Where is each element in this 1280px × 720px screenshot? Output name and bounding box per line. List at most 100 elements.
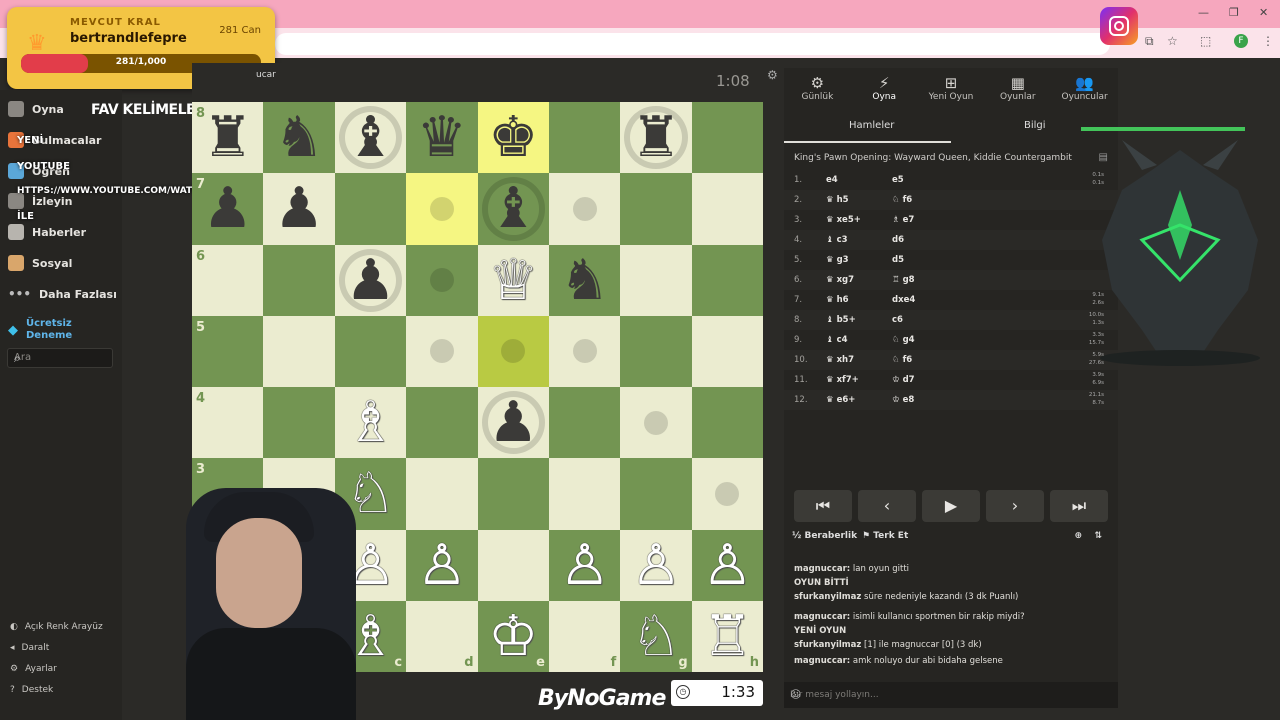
draw-button[interactable]: ½ Beraberlik <box>792 531 857 541</box>
black-rook-icon[interactable]: ♜ <box>620 102 691 173</box>
black-move[interactable]: ♔ d7 <box>892 375 915 385</box>
black-move[interactable]: d6 <box>892 235 904 245</box>
maximize-icon[interactable]: ❐ <box>1229 6 1239 19</box>
board-settings-icon[interactable]: ⚙ <box>767 68 778 82</box>
chat-user[interactable]: magnuccar: <box>794 612 850 622</box>
board-square[interactable] <box>334 315 407 388</box>
board-square[interactable] <box>548 458 621 530</box>
extensions-icon[interactable]: ⬚ <box>1200 34 1211 48</box>
board-square[interactable] <box>263 387 335 459</box>
board-square[interactable] <box>691 387 764 459</box>
sidebar-item-free-trial[interactable]: ◆ Ücretsiz Deneme <box>8 316 98 344</box>
white-move[interactable]: ♝ c4 <box>826 335 848 345</box>
black-move[interactable]: d5 <box>892 255 904 265</box>
white-king-icon[interactable]: ♔ <box>478 601 549 672</box>
board-square[interactable] <box>406 458 478 530</box>
tab-games[interactable]: ▦ Oyunlar <box>984 68 1051 110</box>
share-icon[interactable]: ⊕ <box>1074 531 1082 541</box>
first-move-button[interactable]: ⏮ <box>794 490 852 522</box>
board-square[interactable] <box>548 387 621 459</box>
black-move[interactable]: ♘ f6 <box>892 195 912 205</box>
board-square[interactable] <box>263 315 335 388</box>
minimize-icon[interactable]: — <box>1198 6 1209 19</box>
board-square[interactable] <box>620 173 692 245</box>
board-square[interactable] <box>691 244 764 316</box>
move-hint-dot[interactable] <box>572 339 597 364</box>
board-square[interactable]: d <box>406 600 478 673</box>
white-move[interactable]: ♛ g3 <box>826 255 849 265</box>
black-move[interactable]: c6 <box>892 315 903 325</box>
white-move[interactable]: ♛ e6+ <box>826 395 855 405</box>
chat-user[interactable]: OYUN BİTTİ <box>794 578 849 588</box>
tab-players[interactable]: 👥 Oyuncular <box>1051 68 1118 110</box>
last-move-button[interactable]: ⏭ <box>1050 490 1108 522</box>
support-button[interactable]: ? Destek <box>10 685 53 695</box>
white-queen-icon[interactable]: ♕ <box>478 245 549 316</box>
white-pawn-icon[interactable]: ♙ <box>406 530 477 601</box>
white-move[interactable]: e4 <box>826 175 838 185</box>
play-button[interactable]: ▶ <box>922 490 980 522</box>
black-rook-icon[interactable]: ♜ <box>192 102 263 173</box>
board-square[interactable]: f <box>548 600 621 673</box>
move-hint-dot[interactable] <box>643 410 668 435</box>
chat-user[interactable]: sfurkanyilmaz <box>794 640 861 650</box>
white-move[interactable]: ♛ xh7 <box>826 355 854 365</box>
white-pawn-icon[interactable]: ♙ <box>692 530 763 601</box>
search-icon[interactable]: ⌕ <box>14 351 108 366</box>
board-square[interactable] <box>691 102 764 174</box>
white-move[interactable]: ♛ xe5+ <box>826 215 861 225</box>
tab-moves[interactable]: Hamleler <box>849 120 894 131</box>
white-move[interactable]: ♛ xg7 <box>826 275 854 285</box>
black-knight-icon[interactable]: ♞ <box>263 102 334 173</box>
resign-button[interactable]: ⚑ Terk Et <box>862 531 908 541</box>
board-square[interactable]: 5 <box>192 315 264 388</box>
board-square[interactable] <box>691 173 764 245</box>
prev-move-button[interactable]: ‹ <box>858 490 916 522</box>
tab-info[interactable]: Bilgi <box>1024 120 1046 131</box>
chat-user[interactable]: sfurkanyilmaz <box>794 592 861 602</box>
tab-play[interactable]: ⚡ Oyna <box>851 68 918 110</box>
board-square[interactable] <box>406 387 478 459</box>
black-knight-icon[interactable]: ♞ <box>549 245 620 316</box>
black-pawn-icon[interactable]: ♟ <box>192 173 263 244</box>
black-move[interactable]: ♔ e8 <box>892 395 914 405</box>
white-rook-icon[interactable]: ♖ <box>692 601 763 672</box>
close-icon[interactable]: ✕ <box>1259 6 1268 19</box>
next-move-button[interactable]: › <box>986 490 1044 522</box>
chat-user[interactable]: YENİ OYUN <box>794 626 846 636</box>
tab-new-game[interactable]: ⊞ Yeni Oyun <box>918 68 985 110</box>
white-move[interactable]: ♝ b5+ <box>826 315 856 325</box>
black-move[interactable]: ♘ f6 <box>892 355 912 365</box>
sidebar-item-play[interactable]: Oyna <box>8 98 64 120</box>
white-pawn-icon[interactable]: ♙ <box>620 530 691 601</box>
black-move[interactable]: ♗ e7 <box>892 215 914 225</box>
black-move[interactable]: ♖ g8 <box>892 275 915 285</box>
black-move[interactable]: e5 <box>892 175 904 185</box>
board-square[interactable] <box>334 173 407 245</box>
sidebar-item-more[interactable]: ••• Daha Fazlası <box>8 283 117 305</box>
white-bishop-icon[interactable]: ♗ <box>335 387 406 458</box>
more-icon[interactable]: ⋯ <box>790 688 1108 701</box>
black-king-icon[interactable]: ♚ <box>478 102 549 173</box>
board-square[interactable] <box>620 458 692 530</box>
black-queen-icon[interactable]: ♛ <box>406 102 477 173</box>
sidebar-item-social[interactable]: Sosyal <box>8 252 72 274</box>
board-square[interactable] <box>548 102 621 174</box>
white-move[interactable]: ♛ h5 <box>826 195 849 205</box>
black-pawn-icon[interactable]: ♟ <box>263 173 334 244</box>
address-field[interactable] <box>275 33 1110 55</box>
cast-icon[interactable]: ⧉ <box>1145 34 1154 49</box>
move-hint-dot[interactable] <box>572 196 597 221</box>
flip-board-icon[interactable]: ⇅ <box>1094 531 1102 541</box>
board-square[interactable]: 4 <box>192 387 264 459</box>
board-square[interactable] <box>477 458 549 530</box>
board-square[interactable]: 6 <box>192 244 264 316</box>
menu-icon[interactable]: ⋮ <box>1262 34 1274 48</box>
board-square[interactable] <box>263 244 335 316</box>
black-pawn-icon[interactable]: ♟ <box>478 387 549 458</box>
white-knight-icon[interactable]: ♘ <box>620 601 691 672</box>
board-square[interactable] <box>620 244 692 316</box>
chat-input[interactable]: Bir mesaj yollayın... ☺ ⋯ <box>784 682 1118 708</box>
chat-user[interactable]: magnuccar: <box>794 564 850 574</box>
settings-button[interactable]: ⚙ Ayarlar <box>10 664 57 674</box>
